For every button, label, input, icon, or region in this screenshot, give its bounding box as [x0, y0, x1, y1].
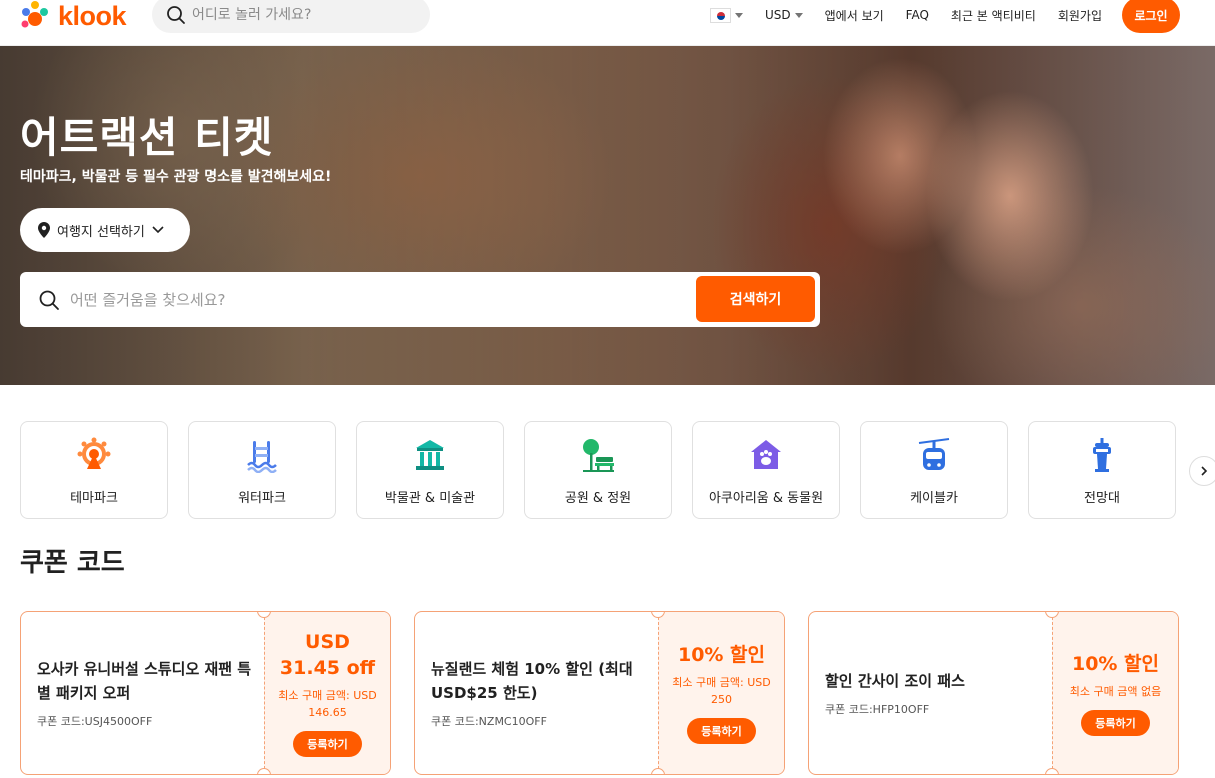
destination-selector-button[interactable]: 여행지 선택하기 [20, 208, 190, 252]
coupon-amount: 10% 할인 [677, 644, 766, 666]
hero-search-bar: 검색하기 [20, 272, 820, 327]
category-observation-deck[interactable]: 전망대 [1028, 421, 1176, 519]
coupon-code: 쿠폰 코드:USJ4500OFF [37, 715, 153, 728]
coupon-register-button[interactable]: 등록하기 [293, 731, 362, 757]
coupon-register-button[interactable]: 등록하기 [1081, 709, 1150, 736]
cable-car-icon [917, 437, 951, 473]
coupon-amount: USD 31.45 off [279, 631, 376, 679]
coupon-card: 할인 간사이 조이 패스 쿠폰 코드:HFP10OFF 10% 할인 최소 구매… [808, 611, 1179, 775]
category-label: 공원 & 정원 [564, 491, 632, 506]
coupon-code: 쿠폰 코드:NZMC10OFF [431, 715, 547, 728]
coupon-min-purchase: 최소 구매 금액: USD 146.65 [278, 689, 377, 719]
top-search-bar[interactable] [152, 0, 430, 33]
category-water-park[interactable]: 워터파크 [188, 421, 336, 519]
top-nav: USD 앱에서 보기 FAQ 최근 본 액티비티 회원가입 로그인 [688, 0, 1180, 33]
nav-recent-link[interactable]: 최근 본 액티비티 [951, 7, 1036, 24]
destination-label: 여행지 선택하기 [57, 224, 145, 240]
page-title: 어트랙션 티켓 [20, 113, 274, 162]
chevron-down-icon [735, 12, 743, 18]
category-list: 테마파크 워터파크 박물관 & 미술관 공원 & 정원 아쿠아리움 & 동물원 … [20, 421, 1176, 519]
chevron-down-icon [794, 12, 803, 18]
category-label: 아쿠아리움 & 동물원 [708, 491, 824, 506]
coupon-offer: 10% 할인 최소 구매 금액 없음 등록하기 [1052, 612, 1178, 774]
logo-text: klook [58, 0, 127, 31]
hero-search-input[interactable] [70, 290, 670, 309]
coupon-list: 오사카 유니버설 스튜디오 재팬 특별 패키지 오퍼 쿠폰 코드:USJ4500… [20, 611, 1179, 775]
language-selector[interactable] [710, 7, 743, 23]
chevron-down-icon [152, 226, 164, 234]
category-museum[interactable]: 박물관 & 미술관 [356, 421, 504, 519]
currency-label: USD [765, 8, 791, 22]
coupon-title: 오사카 유니버설 스튜디오 재팬 특별 패키지 오퍼 [37, 660, 252, 702]
currency-selector[interactable]: USD [765, 8, 803, 22]
category-cable-car[interactable]: 케이블카 [860, 421, 1008, 519]
nav-app-link[interactable]: 앱에서 보기 [825, 7, 884, 24]
park-bench-icon [581, 437, 615, 473]
korea-flag-icon [710, 7, 731, 23]
coupon-notch [651, 768, 665, 774]
ferris-wheel-icon [77, 437, 111, 473]
category-aquarium-zoo[interactable]: 아쿠아리움 & 동물원 [692, 421, 840, 519]
category-label: 박물관 & 미술관 [384, 491, 476, 506]
search-icon [39, 290, 59, 310]
category-label: 케이블카 [910, 491, 958, 506]
category-park-garden[interactable]: 공원 & 정원 [524, 421, 672, 519]
coupon-min-purchase: 최소 구매 금액 없음 [1069, 684, 1162, 698]
coupon-section-title: 쿠폰 코드 [20, 548, 125, 578]
nav-faq-link[interactable]: FAQ [906, 8, 929, 22]
coupon-amount: 10% 할인 [1071, 652, 1160, 675]
coupon-offer: USD 31.45 off 최소 구매 금액: USD 146.65 등록하기 [264, 612, 390, 774]
klook-logo-mark-icon [18, 0, 52, 32]
klook-logo[interactable]: klook [18, 0, 127, 32]
category-label: 전망대 [1084, 491, 1120, 506]
coupon-notch [1045, 768, 1059, 774]
coupon-card: 오사카 유니버설 스튜디오 재팬 특별 패키지 오퍼 쿠폰 코드:USJ4500… [20, 611, 391, 775]
coupon-title: 뉴질랜드 체험 10% 할인 (최대 USD$25 한도) [431, 660, 633, 702]
coupon-info: 오사카 유니버설 스튜디오 재팬 특별 패키지 오퍼 쿠폰 코드:USJ4500… [21, 612, 264, 774]
hero-subtitle: 테마파크, 박물관 등 필수 관광 명소를 발견해보세요! [20, 169, 332, 185]
museum-icon [413, 437, 447, 473]
coupon-card: 뉴질랜드 체험 10% 할인 (최대 USD$25 한도) 쿠폰 코드:NZMC… [414, 611, 785, 775]
location-pin-icon [38, 222, 50, 238]
coupon-code: 쿠폰 코드:HFP10OFF [825, 703, 930, 716]
chevron-right-icon [1201, 466, 1208, 476]
top-search-input[interactable] [192, 6, 412, 23]
signup-link[interactable]: 회원가입 [1058, 7, 1102, 24]
coupon-info: 뉴질랜드 체험 10% 할인 (최대 USD$25 한도) 쿠폰 코드:NZMC… [415, 612, 658, 774]
coupon-min-purchase: 최소 구매 금액: USD 250 [672, 676, 771, 706]
observation-tower-icon [1085, 437, 1119, 473]
category-theme-park[interactable]: 테마파크 [20, 421, 168, 519]
category-label: 워터파크 [238, 491, 286, 506]
coupon-offer: 10% 할인 최소 구매 금액: USD 250 등록하기 [658, 612, 784, 774]
login-button[interactable]: 로그인 [1122, 0, 1180, 33]
search-icon [167, 5, 185, 24]
coupon-info: 할인 간사이 조이 패스 쿠폰 코드:HFP10OFF [809, 612, 1052, 774]
search-button[interactable]: 검색하기 [696, 276, 815, 322]
hero-banner: 어트랙션 티켓 테마파크, 박물관 등 필수 관광 명소를 발견해보세요! 여행… [0, 46, 1215, 385]
top-header: klook USD 앱에서 보기 FAQ 최근 본 액티비티 회원가입 로그인 [0, 0, 1215, 46]
paw-house-icon [749, 437, 783, 473]
category-next-button[interactable] [1189, 456, 1215, 486]
category-label: 테마파크 [70, 491, 118, 506]
coupon-title: 할인 간사이 조이 패스 [825, 672, 965, 690]
coupon-notch [257, 768, 271, 774]
coupon-register-button[interactable]: 등록하기 [687, 718, 756, 744]
pool-ladder-icon [245, 437, 279, 473]
